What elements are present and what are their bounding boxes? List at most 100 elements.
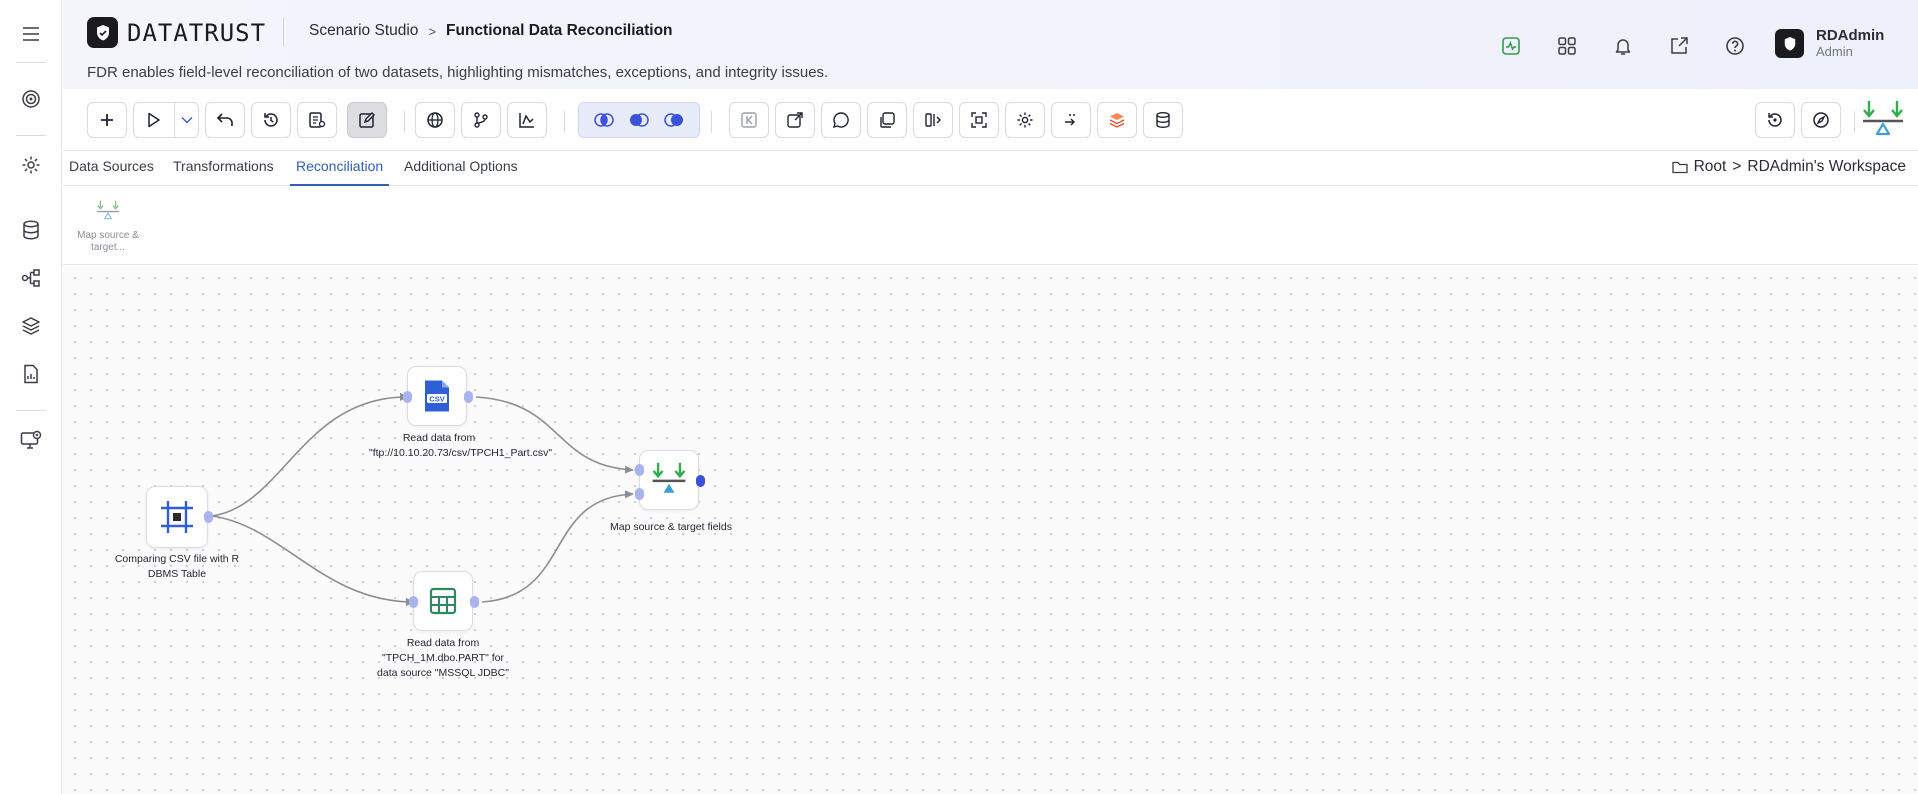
avatar	[1775, 29, 1804, 58]
branch-button[interactable]	[461, 102, 501, 138]
run-split-button[interactable]	[133, 102, 199, 138]
node-output-port[interactable]	[696, 475, 705, 487]
node-output-port[interactable]	[470, 596, 479, 608]
globe-icon	[427, 112, 443, 128]
node-db-label: Read data from "TPCH_1M.dbo.PART" for da…	[377, 637, 509, 679]
settings-button[interactable]	[1005, 102, 1045, 138]
join-right-icon[interactable]	[663, 113, 685, 127]
breadcrumb-studio-link[interactable]: Scenario Studio	[309, 22, 418, 40]
join-full-icon[interactable]	[628, 113, 650, 127]
target-icon[interactable]	[16, 84, 46, 114]
user-menu[interactable]: RDAdmin Admin	[1775, 28, 1884, 59]
explore-button[interactable]	[1801, 102, 1841, 138]
breadcrumb-separator: >	[428, 23, 437, 39]
workflow-canvas[interactable]: Comparing CSV file with R DBMS Table CSV…	[63, 266, 1918, 794]
split-button[interactable]	[913, 102, 953, 138]
database-button[interactable]	[1143, 102, 1183, 138]
globe-button[interactable]	[415, 102, 455, 138]
plus-icon	[101, 114, 113, 126]
sidebar-divider	[16, 410, 46, 411]
reconcile-scale-icon[interactable]	[1861, 98, 1905, 142]
gear-icon[interactable]	[16, 150, 46, 180]
toolbar-divider	[711, 111, 712, 133]
node-db-source[interactable]	[409, 571, 479, 631]
help-icon[interactable]	[1719, 30, 1751, 62]
undo-button[interactable]	[205, 102, 245, 138]
node-start[interactable]	[146, 486, 213, 548]
open-external-button[interactable]	[775, 102, 815, 138]
restore-icon	[1768, 113, 1782, 127]
page-title: Functional Data Reconciliation	[446, 22, 673, 39]
tab-additional-options[interactable]: Additional Options	[398, 152, 524, 186]
shield-logo-icon	[87, 17, 118, 48]
node-input-port-source[interactable]	[635, 464, 644, 476]
history-icon	[264, 113, 278, 127]
monitor-icon[interactable]	[16, 425, 46, 455]
copy-button[interactable]	[867, 102, 907, 138]
node-output-port[interactable]	[464, 391, 473, 403]
menu-icon[interactable]	[16, 19, 46, 49]
workflow-icon[interactable]	[16, 263, 46, 293]
edit-button[interactable]	[347, 102, 387, 138]
add-button[interactable]	[87, 102, 127, 138]
first-button[interactable]	[729, 102, 769, 138]
apps-grid-icon[interactable]	[1551, 30, 1583, 62]
focus-icon	[971, 112, 987, 128]
document-settings-button[interactable]	[297, 102, 337, 138]
activity-icon[interactable]	[1495, 30, 1527, 62]
format-button[interactable]	[1051, 102, 1091, 138]
toolbar	[63, 89, 1918, 151]
node-input-port-target[interactable]	[635, 488, 644, 500]
folder-icon	[1671, 161, 1688, 174]
join-left-icon[interactable]	[593, 113, 615, 127]
sidebar-divider	[16, 135, 46, 136]
node-output-port[interactable]	[204, 511, 213, 523]
focus-button[interactable]	[959, 102, 999, 138]
layers-icon[interactable]	[16, 311, 46, 341]
compass-icon	[1813, 112, 1829, 128]
component-palette: Map source & target...	[63, 187, 1918, 265]
node-map-source-target[interactable]	[635, 450, 705, 510]
csv-badge: CSV	[429, 395, 444, 404]
skip-start-icon	[741, 112, 757, 128]
workflow-edges	[211, 392, 634, 606]
header-actions	[1495, 30, 1751, 62]
reconcile-scale-icon	[97, 200, 119, 220]
history-button[interactable]	[251, 102, 291, 138]
tab-reconciliation[interactable]: Reconciliation	[290, 152, 390, 186]
palette-item-label: Map source & target...	[77, 230, 139, 253]
edge-db-to-map	[481, 490, 634, 603]
node-csv-label: Read data from "ftp://10.10.20.73/csv/TP…	[369, 432, 553, 459]
edit-icon	[359, 111, 376, 128]
bell-icon[interactable]	[1607, 30, 1639, 62]
user-name: RDAdmin	[1816, 27, 1885, 44]
comment-icon	[832, 112, 849, 129]
user-role: Admin	[1816, 44, 1853, 59]
stack-button[interactable]	[1097, 102, 1137, 138]
app-header: DATATRUST Scenario Studio > Functional D…	[63, 0, 1918, 89]
document-gear-icon	[309, 112, 326, 128]
node-input-port[interactable]	[403, 391, 412, 403]
node-input-port[interactable]	[409, 596, 418, 608]
undo-icon	[216, 113, 233, 126]
restore-button[interactable]	[1755, 102, 1795, 138]
header-divider	[283, 18, 284, 46]
breadcrumb: Scenario Studio > Functional Data Reconc…	[309, 22, 673, 40]
app-logo[interactable]: DATATRUST	[87, 17, 266, 48]
tab-transformations[interactable]: Transformations	[167, 152, 280, 186]
left-sidebar	[0, 0, 62, 794]
comment-button[interactable]	[821, 102, 861, 138]
node-csv-source[interactable]: CSV	[403, 366, 473, 426]
database-icon[interactable]	[16, 215, 46, 245]
play-icon	[148, 112, 160, 128]
sidebar-divider	[16, 62, 46, 63]
workspace-breadcrumb[interactable]: Root > RDAdmin's Workspace	[1671, 158, 1906, 176]
tab-data-sources[interactable]: Data Sources	[63, 152, 160, 186]
reconcile-scale-icon	[652, 462, 686, 493]
chart-button[interactable]	[507, 102, 547, 138]
format-arrows-icon	[1065, 114, 1075, 126]
palette-item-map-source-target[interactable]: Map source & target...	[73, 199, 143, 254]
external-link-icon[interactable]	[1663, 30, 1695, 62]
report-icon[interactable]	[16, 359, 46, 389]
share-icon	[787, 112, 803, 128]
